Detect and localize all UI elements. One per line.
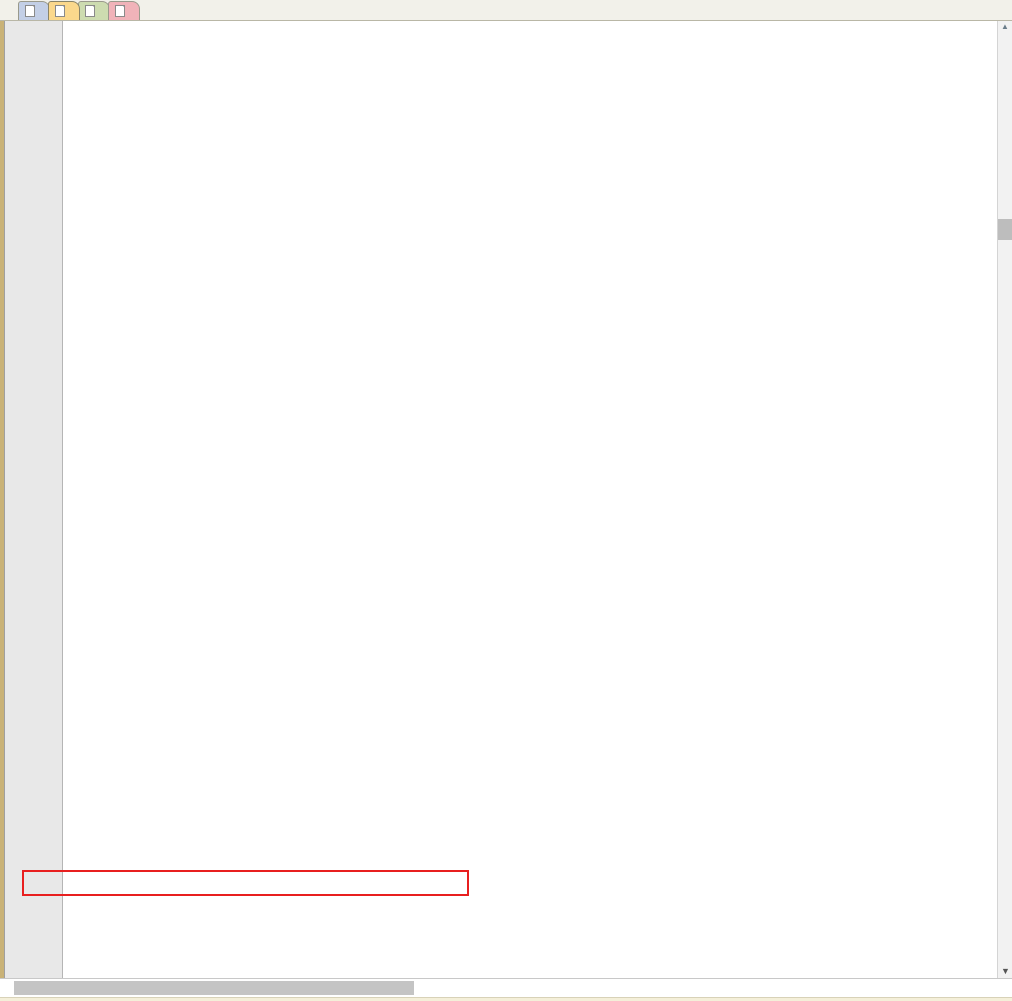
tab-main-h[interactable] (108, 1, 140, 20)
vertical-scrollbar[interactable]: ▲ ▼ (997, 21, 1012, 978)
vertical-scrollbar-thumb[interactable] (998, 219, 1012, 240)
horizontal-scrollbar-track[interactable] (14, 981, 996, 995)
code-folding-column[interactable] (63, 21, 79, 978)
file-icon (55, 5, 65, 17)
editor-tab-bar (0, 0, 1012, 21)
file-icon (25, 5, 35, 17)
code-text-area[interactable] (79, 21, 1012, 978)
horizontal-scrollbar-thumb[interactable] (14, 981, 414, 995)
line-number-gutter (5, 21, 63, 978)
tab-main-c[interactable] (18, 1, 50, 20)
tab-lsm6dsv16x-reg-h[interactable] (78, 1, 110, 20)
scroll-up-icon[interactable]: ▲ (1001, 23, 1009, 31)
scroll-down-icon[interactable]: ▼ (1001, 967, 1010, 976)
horizontal-scrollbar[interactable] (0, 978, 1012, 997)
file-icon (85, 5, 95, 17)
code-editor[interactable]: ▲ ▼ (0, 21, 1012, 978)
tab-lsm6dsv16x-reg-c[interactable] (48, 1, 80, 20)
file-icon (115, 5, 125, 17)
